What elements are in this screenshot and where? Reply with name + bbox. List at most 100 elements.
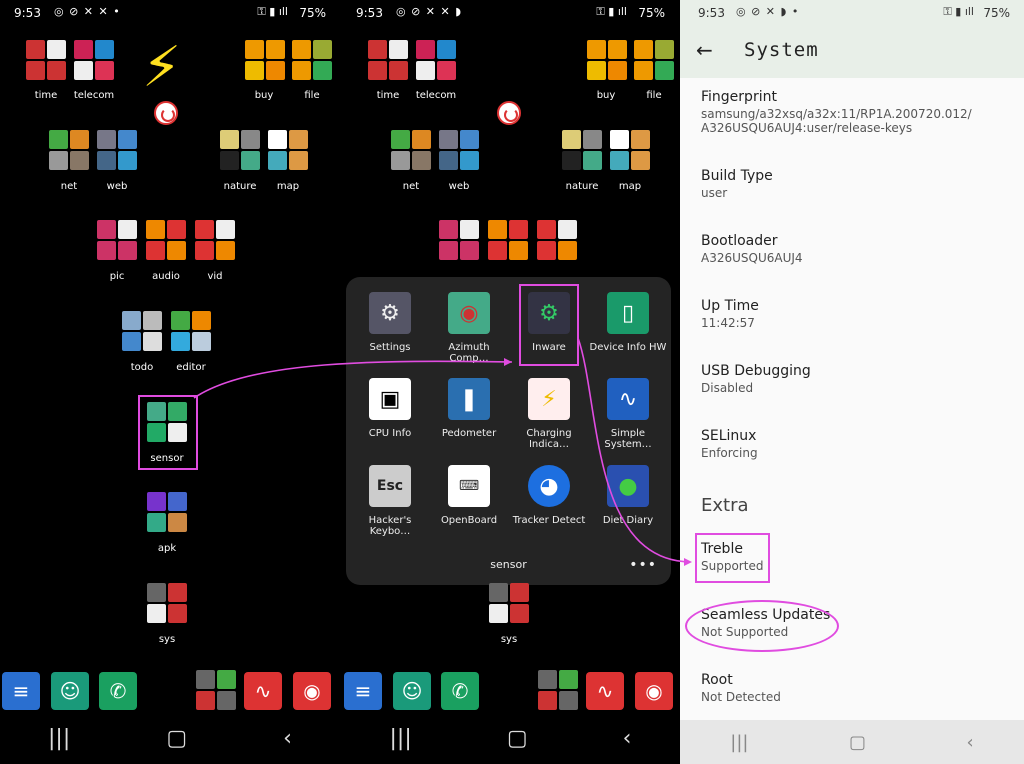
- app-openboard[interactable]: ⌨ OpenBoard: [429, 465, 509, 526]
- status-bar: 9:53 ◎ ⊘ ✕ ✕ • ⚿ ▮ ıll 75%: [0, 0, 340, 26]
- setting-value: user: [701, 186, 728, 200]
- gear-icon: ⚙: [369, 292, 411, 334]
- status-bar: 9:53 ◎ ⊘ ✕ ◗ • ⚿ ▮ ıll 75%: [680, 0, 1024, 26]
- setting-row-up-time[interactable]: Up Time 11:42:57: [701, 298, 1012, 330]
- folder-sys[interactable]: [489, 583, 529, 623]
- folder-buy[interactable]: [245, 40, 285, 80]
- app-hackers-keyboard[interactable]: Esc Hacker's Keybo…: [350, 465, 430, 537]
- folder-pic[interactable]: [97, 220, 137, 260]
- battery-level: 75%: [299, 6, 326, 20]
- folder-label: apk: [157, 543, 177, 554]
- folder-apk[interactable]: [147, 492, 187, 532]
- folder-time[interactable]: [368, 40, 408, 80]
- setting-value: Enforcing: [701, 446, 758, 460]
- folder-file[interactable]: [634, 40, 674, 80]
- folder-telecom[interactable]: [74, 40, 114, 80]
- camera-icon[interactable]: ◉: [293, 672, 331, 710]
- app-charging-indicator[interactable]: ⚡ Charging Indica…: [509, 378, 589, 450]
- app-diet-diary[interactable]: ● Diet Diary: [588, 465, 668, 526]
- setting-value: Not Detected: [701, 690, 781, 704]
- signal-icons: ⚿ ▮ ıll: [943, 5, 974, 18]
- setting-row-fingerprint[interactable]: Fingerprint samsung/a32xsq/a32x:11/RP1A.2…: [701, 89, 1012, 135]
- folder-sys[interactable]: [147, 583, 187, 623]
- app-cpu-info[interactable]: ▣ CPU Info: [350, 378, 430, 439]
- navigation-bar: ||| ▢ ‹: [680, 720, 1024, 764]
- folder-web[interactable]: [97, 130, 137, 170]
- home-icon[interactable]: ▢: [849, 732, 866, 753]
- folder-pic[interactable]: [439, 220, 479, 260]
- setting-value: 11:42:57: [701, 316, 755, 330]
- compass-icon: ◉: [448, 292, 490, 334]
- more-options-icon[interactable]: •••: [629, 557, 657, 573]
- setting-row-bootloader[interactable]: Bootloader A326USQU6AUJ4: [701, 233, 1012, 265]
- folder-todo[interactable]: [122, 311, 162, 351]
- recorder-icon[interactable]: ∿: [586, 672, 624, 710]
- recents-icon[interactable]: |||: [390, 726, 412, 751]
- setting-row-selinux[interactable]: SELinux Enforcing: [701, 428, 1012, 460]
- app-pedometer[interactable]: ❚ Pedometer: [429, 378, 509, 439]
- power-icon[interactable]: [154, 101, 178, 125]
- folder-map[interactable]: [610, 130, 650, 170]
- recents-icon[interactable]: |||: [730, 732, 748, 753]
- lightning-bolt-icon[interactable]: ⚡: [142, 40, 181, 96]
- setting-key: USB Debugging: [701, 363, 811, 379]
- cpu-icon: ▣: [369, 378, 411, 420]
- back-icon[interactable]: ‹: [623, 726, 632, 751]
- folder-web[interactable]: [439, 130, 479, 170]
- folder-net[interactable]: [391, 130, 431, 170]
- messages-icon[interactable]: ≡: [344, 672, 382, 710]
- app-settings[interactable]: ⚙ Settings: [350, 292, 430, 353]
- folder-file[interactable]: [292, 40, 332, 80]
- seamless-updates-highlight: [685, 600, 839, 652]
- folder-label: sys: [158, 634, 176, 645]
- contacts-icon[interactable]: ☺: [51, 672, 89, 710]
- setting-key: SELinux: [701, 428, 757, 444]
- setting-row-usb-debugging[interactable]: USB Debugging Disabled: [701, 363, 1012, 395]
- folder-audio[interactable]: [488, 220, 528, 260]
- folder-audio[interactable]: [146, 220, 186, 260]
- dock-folder[interactable]: [538, 670, 578, 710]
- app-simple-system[interactable]: ∿ Simple System…: [588, 378, 668, 450]
- esc-key-icon: Esc: [369, 465, 411, 507]
- back-icon[interactable]: ‹: [283, 726, 292, 751]
- app-azimuth-compass[interactable]: ◉ Azimuth Comp…: [429, 292, 509, 364]
- app-tracker-detect[interactable]: ◕ Tracker Detect: [509, 465, 589, 526]
- folder-editor[interactable]: [171, 311, 211, 351]
- setting-row-build-type[interactable]: Build Type user: [701, 168, 1012, 200]
- camera-icon[interactable]: ◉: [635, 672, 673, 710]
- bolt-icon: ⚡: [528, 378, 570, 420]
- recorder-icon[interactable]: ∿: [244, 672, 282, 710]
- signal-icons: ⚿ ▮ ıll: [596, 5, 627, 18]
- folder-label: file: [646, 90, 662, 101]
- home-icon[interactable]: ▢: [507, 726, 528, 751]
- folder-net[interactable]: [49, 130, 89, 170]
- folder-vid[interactable]: [195, 220, 235, 260]
- folder-buy[interactable]: [587, 40, 627, 80]
- phone-icon[interactable]: ✆: [99, 672, 137, 710]
- back-icon[interactable]: ‹: [967, 732, 974, 753]
- contacts-icon[interactable]: ☺: [393, 672, 431, 710]
- battery-level: 75%: [983, 6, 1010, 20]
- app-label: Hacker's Keybo…: [368, 515, 412, 537]
- home-icon[interactable]: ▢: [166, 726, 187, 751]
- power-icon[interactable]: [497, 101, 521, 125]
- folder-nature[interactable]: [220, 130, 260, 170]
- back-arrow-icon[interactable]: ←: [696, 38, 713, 62]
- app-label: Charging Indica…: [526, 428, 572, 450]
- messages-icon[interactable]: ≡: [2, 672, 40, 710]
- apple-icon: ●: [607, 465, 649, 507]
- folder-map[interactable]: [268, 130, 308, 170]
- setting-row-root[interactable]: Root Not Detected: [701, 672, 1012, 704]
- folder-telecom[interactable]: [416, 40, 456, 80]
- folder-nature[interactable]: [562, 130, 602, 170]
- folder-popup: ⚙ Settings ◉ Azimuth Comp… ⚙ Inware ▯ Device…: [346, 277, 671, 585]
- app-device-info-hw[interactable]: ▯ Device Info HW: [588, 292, 668, 353]
- folder-vid[interactable]: [537, 220, 577, 260]
- notification-icons: ◎ ⊘ ✕ ◗ •: [736, 5, 800, 18]
- treble-highlight: [695, 533, 770, 583]
- folder-time[interactable]: [26, 40, 66, 80]
- dock-folder[interactable]: [196, 670, 236, 710]
- app-label: Tracker Detect: [512, 515, 586, 526]
- phone-icon[interactable]: ✆: [441, 672, 479, 710]
- recents-icon[interactable]: |||: [48, 726, 70, 751]
